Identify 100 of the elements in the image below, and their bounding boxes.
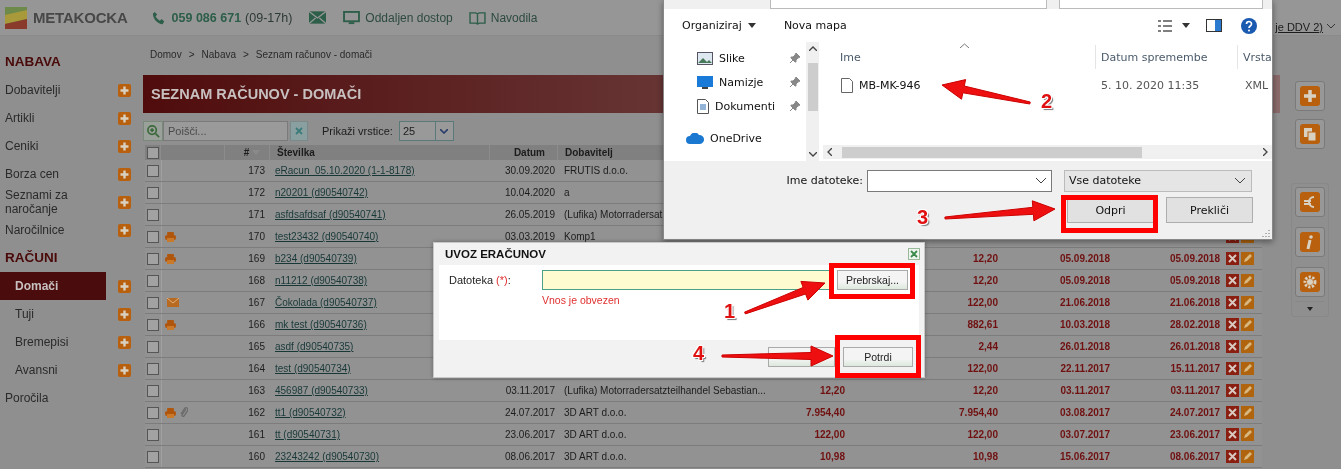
- plus-icon[interactable]: [118, 363, 131, 377]
- nav-item[interactable]: Dokumenti: [664, 94, 806, 118]
- printer-icon[interactable]: [165, 231, 176, 242]
- plus-icon[interactable]: [118, 111, 131, 125]
- breadcrumb-link[interactable]: Seznam računov - domači: [255, 48, 372, 60]
- edit-icon[interactable]: [1241, 274, 1254, 287]
- account-text[interactable]: je DDV 2): [1275, 20, 1323, 33]
- edit-icon[interactable]: [1241, 296, 1254, 309]
- nav-item[interactable]: OneDrive: [664, 126, 806, 150]
- sidebar-item[interactable]: Poročila: [0, 384, 106, 412]
- sidebar-item[interactable]: Seznami za naročanje: [0, 188, 106, 216]
- delete-icon[interactable]: [1226, 428, 1239, 441]
- row-checkbox[interactable]: [147, 362, 159, 375]
- plus-icon[interactable]: [118, 83, 131, 97]
- printer-icon[interactable]: [165, 407, 176, 418]
- info-button[interactable]: [1295, 227, 1325, 257]
- delete-icon[interactable]: [1226, 318, 1239, 331]
- delete-icon[interactable]: [1226, 450, 1239, 463]
- row-checkbox[interactable]: [147, 318, 159, 331]
- edit-icon[interactable]: [1241, 340, 1254, 353]
- edit-icon[interactable]: [1241, 318, 1254, 331]
- document-link[interactable]: asfdsafdsaf (d90540741): [275, 209, 386, 220]
- column-header[interactable]: Vrsta: [1238, 45, 1272, 69]
- sidebar-item[interactable]: Ceniki: [0, 132, 106, 160]
- sidebar-item[interactable]: Bremepisi: [0, 328, 106, 356]
- scrollbar[interactable]: [823, 145, 1272, 159]
- euro-button[interactable]: [1295, 187, 1325, 217]
- organize-menu[interactable]: Organiziraj: [682, 19, 756, 32]
- breadcrumb-link[interactable]: Domov: [150, 48, 182, 60]
- file-name-field[interactable]: [867, 169, 1052, 192]
- printer-icon[interactable]: [165, 253, 176, 264]
- help-icon[interactable]: [1241, 17, 1257, 34]
- preview-pane-icon[interactable]: [1206, 19, 1222, 32]
- document-link[interactable]: 23243242 (d90540730): [275, 451, 379, 462]
- plus-icon[interactable]: [118, 223, 131, 237]
- view-options-icon[interactable]: [1158, 19, 1172, 32]
- settings-button[interactable]: [1295, 267, 1325, 297]
- scroll-down-icon[interactable]: [808, 152, 817, 157]
- row-checkbox[interactable]: [147, 252, 159, 265]
- row-checkbox[interactable]: [147, 340, 159, 353]
- new-folder-button[interactable]: Nova mapa: [783, 19, 847, 32]
- breadcrumb-link[interactable]: Nabava: [201, 48, 236, 60]
- edit-icon[interactable]: [1241, 406, 1254, 419]
- header-link[interactable]: Oddaljen dostop: [365, 10, 453, 25]
- edit-icon[interactable]: [1241, 362, 1254, 375]
- select-all-checkbox[interactable]: [147, 146, 159, 159]
- row-checkbox[interactable]: [147, 406, 159, 419]
- row-checkbox[interactable]: [147, 384, 159, 397]
- sidebar-item[interactable]: Tuji: [0, 300, 106, 328]
- mail-icon[interactable]: [309, 11, 327, 24]
- confirm-button[interactable]: Potrdi: [843, 346, 913, 367]
- document-link[interactable]: b234 (d90540739): [275, 253, 357, 264]
- document-link[interactable]: mk test (d90540736): [275, 319, 367, 330]
- search-field[interactable]: Poišči...: [163, 121, 288, 141]
- plus-icon[interactable]: [118, 139, 131, 153]
- row-checkbox[interactable]: [147, 164, 159, 177]
- delete-icon[interactable]: [1226, 406, 1239, 419]
- document-link[interactable]: tt (d90540731): [275, 429, 341, 440]
- sidebar-item[interactable]: Avansni: [0, 356, 106, 384]
- edit-icon[interactable]: [1241, 450, 1254, 463]
- clear-button[interactable]: [290, 121, 308, 141]
- edit-icon[interactable]: [1241, 252, 1254, 265]
- header-link[interactable]: Navodila: [490, 10, 538, 25]
- document-link[interactable]: test (d90540734): [275, 363, 351, 374]
- plus-icon[interactable]: [118, 167, 131, 181]
- file-type-select[interactable]: Vse datoteke: [1064, 169, 1252, 192]
- sidebar-item[interactable]: Dobavitelji: [0, 76, 106, 104]
- document-link[interactable]: asdf (d90540735): [275, 341, 354, 352]
- rows-select[interactable]: 25: [398, 121, 454, 141]
- delete-icon[interactable]: [1226, 384, 1239, 397]
- sidebar-item[interactable]: Domači: [0, 272, 106, 300]
- row-checkbox[interactable]: [147, 450, 159, 463]
- sidebar-item[interactable]: Artikli: [0, 104, 106, 132]
- row-checkbox[interactable]: [147, 428, 159, 441]
- resize-grip-icon[interactable]: [1261, 228, 1270, 237]
- column-header[interactable]: Ime: [823, 45, 1096, 69]
- edit-icon[interactable]: [1241, 428, 1254, 441]
- column-header[interactable]: Dobavitelj: [565, 147, 613, 158]
- row-checkbox[interactable]: [147, 274, 159, 287]
- plus-icon[interactable]: [118, 279, 131, 293]
- printer-icon[interactable]: [165, 319, 176, 330]
- close-icon[interactable]: [908, 248, 920, 260]
- envelope-icon[interactable]: [167, 298, 179, 307]
- document-link[interactable]: test23432 (d90540740): [275, 231, 379, 242]
- document-link[interactable]: tt1 (d90540732): [275, 407, 346, 418]
- document-link[interactable]: 456987 (d90540733): [275, 385, 368, 396]
- sidebar-item[interactable]: Naročilnice: [0, 216, 106, 244]
- delete-icon[interactable]: [1226, 252, 1239, 265]
- scroll-up-icon[interactable]: [808, 46, 817, 51]
- copy-button[interactable]: [1295, 119, 1325, 149]
- search-button[interactable]: [143, 121, 163, 141]
- plus-icon[interactable]: [118, 195, 131, 209]
- address-field[interactable]: [770, 0, 1047, 9]
- scrollbar[interactable]: [806, 42, 819, 161]
- scroll-right-icon[interactable]: [1263, 148, 1268, 156]
- delete-icon[interactable]: [1226, 362, 1239, 375]
- row-checkbox[interactable]: [147, 296, 159, 309]
- document-link[interactable]: eRacun_05.10.2020 (1-1-8178): [275, 165, 415, 176]
- document-link[interactable]: n20201 (d90540742): [275, 187, 368, 198]
- document-link[interactable]: n11212 (d90540738): [275, 275, 368, 286]
